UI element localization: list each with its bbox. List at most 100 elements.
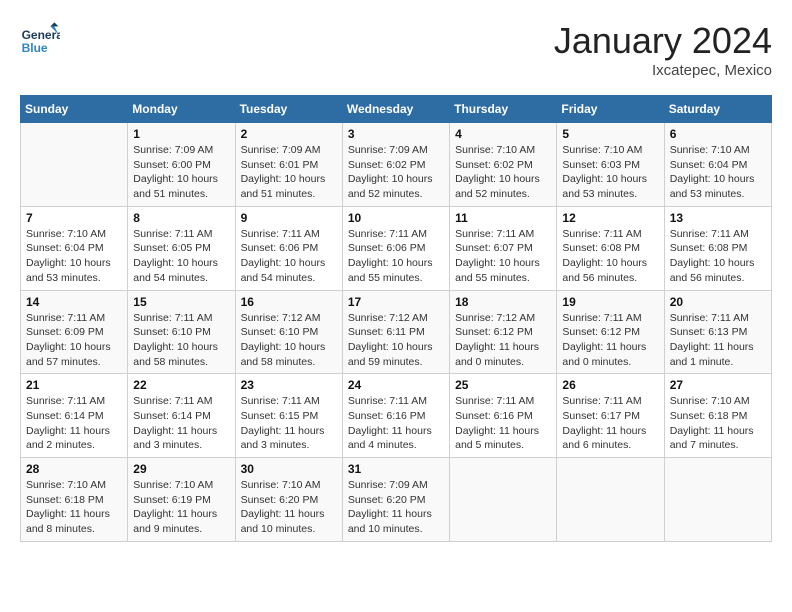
table-row: 13 Sunrise: 7:11 AMSunset: 6:08 PMDaylig… — [664, 206, 771, 290]
day-info: Sunrise: 7:10 AMSunset: 6:20 PMDaylight:… — [241, 478, 337, 537]
col-tuesday: Tuesday — [235, 96, 342, 123]
col-friday: Friday — [557, 96, 664, 123]
day-number: 18 — [455, 295, 551, 309]
table-row: 28 Sunrise: 7:10 AMSunset: 6:18 PMDaylig… — [21, 458, 128, 542]
table-row: 4 Sunrise: 7:10 AMSunset: 6:02 PMDayligh… — [450, 123, 557, 207]
location: Ixcatepec, Mexico — [554, 62, 772, 79]
day-number: 31 — [348, 462, 444, 476]
day-info: Sunrise: 7:10 AMSunset: 6:04 PMDaylight:… — [670, 143, 766, 202]
svg-text:General: General — [22, 28, 60, 42]
day-info: Sunrise: 7:10 AMSunset: 6:18 PMDaylight:… — [670, 394, 766, 453]
day-info: Sunrise: 7:12 AMSunset: 6:12 PMDaylight:… — [455, 311, 551, 370]
calendar-table: Sunday Monday Tuesday Wednesday Thursday… — [20, 95, 772, 542]
logo-icon: General Blue — [20, 20, 60, 60]
table-row: 7 Sunrise: 7:10 AMSunset: 6:04 PMDayligh… — [21, 206, 128, 290]
table-row: 6 Sunrise: 7:10 AMSunset: 6:04 PMDayligh… — [664, 123, 771, 207]
day-number: 6 — [670, 127, 766, 141]
week-row-4: 21 Sunrise: 7:11 AMSunset: 6:14 PMDaylig… — [21, 374, 772, 458]
day-info: Sunrise: 7:12 AMSunset: 6:11 PMDaylight:… — [348, 311, 444, 370]
day-number: 23 — [241, 378, 337, 392]
day-number: 12 — [562, 211, 658, 225]
day-number: 19 — [562, 295, 658, 309]
table-row: 11 Sunrise: 7:11 AMSunset: 6:07 PMDaylig… — [450, 206, 557, 290]
day-number: 7 — [26, 211, 122, 225]
table-row: 24 Sunrise: 7:11 AMSunset: 6:16 PMDaylig… — [342, 374, 449, 458]
day-number: 17 — [348, 295, 444, 309]
day-number: 3 — [348, 127, 444, 141]
day-info: Sunrise: 7:10 AMSunset: 6:19 PMDaylight:… — [133, 478, 229, 537]
day-info: Sunrise: 7:11 AMSunset: 6:07 PMDaylight:… — [455, 227, 551, 286]
day-number: 10 — [348, 211, 444, 225]
table-row: 31 Sunrise: 7:09 AMSunset: 6:20 PMDaylig… — [342, 458, 449, 542]
col-wednesday: Wednesday — [342, 96, 449, 123]
table-row: 16 Sunrise: 7:12 AMSunset: 6:10 PMDaylig… — [235, 290, 342, 374]
day-info: Sunrise: 7:11 AMSunset: 6:15 PMDaylight:… — [241, 394, 337, 453]
day-number: 22 — [133, 378, 229, 392]
day-info: Sunrise: 7:09 AMSunset: 6:01 PMDaylight:… — [241, 143, 337, 202]
table-row: 27 Sunrise: 7:10 AMSunset: 6:18 PMDaylig… — [664, 374, 771, 458]
table-row: 20 Sunrise: 7:11 AMSunset: 6:13 PMDaylig… — [664, 290, 771, 374]
day-number: 21 — [26, 378, 122, 392]
table-row: 10 Sunrise: 7:11 AMSunset: 6:06 PMDaylig… — [342, 206, 449, 290]
day-number: 16 — [241, 295, 337, 309]
col-thursday: Thursday — [450, 96, 557, 123]
day-info: Sunrise: 7:10 AMSunset: 6:18 PMDaylight:… — [26, 478, 122, 537]
table-row — [557, 458, 664, 542]
day-number: 15 — [133, 295, 229, 309]
page-header: General Blue January 2024 Ixcatepec, Mex… — [20, 20, 772, 79]
column-headers: Sunday Monday Tuesday Wednesday Thursday… — [21, 96, 772, 123]
table-row: 29 Sunrise: 7:10 AMSunset: 6:19 PMDaylig… — [128, 458, 235, 542]
table-row: 9 Sunrise: 7:11 AMSunset: 6:06 PMDayligh… — [235, 206, 342, 290]
day-info: Sunrise: 7:09 AMSunset: 6:00 PMDaylight:… — [133, 143, 229, 202]
table-row: 1 Sunrise: 7:09 AMSunset: 6:00 PMDayligh… — [128, 123, 235, 207]
day-number: 9 — [241, 211, 337, 225]
day-info: Sunrise: 7:11 AMSunset: 6:16 PMDaylight:… — [455, 394, 551, 453]
day-info: Sunrise: 7:11 AMSunset: 6:14 PMDaylight:… — [26, 394, 122, 453]
day-number: 8 — [133, 211, 229, 225]
day-info: Sunrise: 7:09 AMSunset: 6:20 PMDaylight:… — [348, 478, 444, 537]
table-row: 15 Sunrise: 7:11 AMSunset: 6:10 PMDaylig… — [128, 290, 235, 374]
day-info: Sunrise: 7:09 AMSunset: 6:02 PMDaylight:… — [348, 143, 444, 202]
day-info: Sunrise: 7:11 AMSunset: 6:08 PMDaylight:… — [670, 227, 766, 286]
table-row: 21 Sunrise: 7:11 AMSunset: 6:14 PMDaylig… — [21, 374, 128, 458]
table-row: 30 Sunrise: 7:10 AMSunset: 6:20 PMDaylig… — [235, 458, 342, 542]
day-number: 14 — [26, 295, 122, 309]
title-block: January 2024 Ixcatepec, Mexico — [554, 20, 772, 79]
day-info: Sunrise: 7:11 AMSunset: 6:06 PMDaylight:… — [348, 227, 444, 286]
day-number: 4 — [455, 127, 551, 141]
day-number: 13 — [670, 211, 766, 225]
day-number: 1 — [133, 127, 229, 141]
week-row-5: 28 Sunrise: 7:10 AMSunset: 6:18 PMDaylig… — [21, 458, 772, 542]
week-row-2: 7 Sunrise: 7:10 AMSunset: 6:04 PMDayligh… — [21, 206, 772, 290]
col-monday: Monday — [128, 96, 235, 123]
table-row: 3 Sunrise: 7:09 AMSunset: 6:02 PMDayligh… — [342, 123, 449, 207]
col-sunday: Sunday — [21, 96, 128, 123]
table-row: 25 Sunrise: 7:11 AMSunset: 6:16 PMDaylig… — [450, 374, 557, 458]
table-row — [450, 458, 557, 542]
table-row: 5 Sunrise: 7:10 AMSunset: 6:03 PMDayligh… — [557, 123, 664, 207]
day-number: 11 — [455, 211, 551, 225]
day-info: Sunrise: 7:11 AMSunset: 6:12 PMDaylight:… — [562, 311, 658, 370]
table-row: 17 Sunrise: 7:12 AMSunset: 6:11 PMDaylig… — [342, 290, 449, 374]
day-number: 28 — [26, 462, 122, 476]
table-row: 8 Sunrise: 7:11 AMSunset: 6:05 PMDayligh… — [128, 206, 235, 290]
day-number: 26 — [562, 378, 658, 392]
day-info: Sunrise: 7:11 AMSunset: 6:05 PMDaylight:… — [133, 227, 229, 286]
day-info: Sunrise: 7:11 AMSunset: 6:16 PMDaylight:… — [348, 394, 444, 453]
day-info: Sunrise: 7:11 AMSunset: 6:09 PMDaylight:… — [26, 311, 122, 370]
day-info: Sunrise: 7:11 AMSunset: 6:17 PMDaylight:… — [562, 394, 658, 453]
day-number: 5 — [562, 127, 658, 141]
table-row: 22 Sunrise: 7:11 AMSunset: 6:14 PMDaylig… — [128, 374, 235, 458]
table-row: 2 Sunrise: 7:09 AMSunset: 6:01 PMDayligh… — [235, 123, 342, 207]
day-info: Sunrise: 7:11 AMSunset: 6:13 PMDaylight:… — [670, 311, 766, 370]
day-number: 24 — [348, 378, 444, 392]
table-row — [664, 458, 771, 542]
day-number: 20 — [670, 295, 766, 309]
week-row-1: 1 Sunrise: 7:09 AMSunset: 6:00 PMDayligh… — [21, 123, 772, 207]
table-row: 26 Sunrise: 7:11 AMSunset: 6:17 PMDaylig… — [557, 374, 664, 458]
table-row — [21, 123, 128, 207]
day-number: 25 — [455, 378, 551, 392]
day-info: Sunrise: 7:11 AMSunset: 6:14 PMDaylight:… — [133, 394, 229, 453]
day-info: Sunrise: 7:11 AMSunset: 6:10 PMDaylight:… — [133, 311, 229, 370]
table-row: 19 Sunrise: 7:11 AMSunset: 6:12 PMDaylig… — [557, 290, 664, 374]
